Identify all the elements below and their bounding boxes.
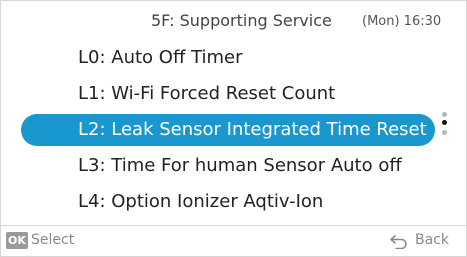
scroll-dot-active [442,120,447,125]
select-hint: Select [31,232,75,248]
back-button[interactable]: Back [415,232,449,248]
return-arrow-icon[interactable] [389,233,409,250]
ok-badge: OK [6,232,28,249]
settings-screen: 5F: Supporting Service (Mon) 16:30 L0: A… [0,0,467,257]
footer: OK Select Back [1,226,466,256]
scroll-dot [442,112,447,117]
menu-item-l1[interactable]: L1: Wi-Fi Forced Reset Count [21,78,435,110]
clock: (Mon) 16:30 [362,14,442,29]
menu-item-l4[interactable]: L4: Option Ionizer Aqtiv-Ion [21,186,435,218]
menu-item-l3[interactable]: L3: Time For human Sensor Auto off [21,150,435,182]
menu-item-l2[interactable]: L2: Leak Sensor Integrated Time Reset [21,114,435,146]
page-title: 5F: Supporting Service [151,11,332,30]
menu-list: L0: Auto Off Timer L1: Wi-Fi Forced Rese… [1,39,466,225]
scroll-dot [442,130,447,135]
header: 5F: Supporting Service (Mon) 16:30 [1,1,466,39]
scroll-indicator [441,112,449,142]
menu-item-l0[interactable]: L0: Auto Off Timer [21,42,435,74]
